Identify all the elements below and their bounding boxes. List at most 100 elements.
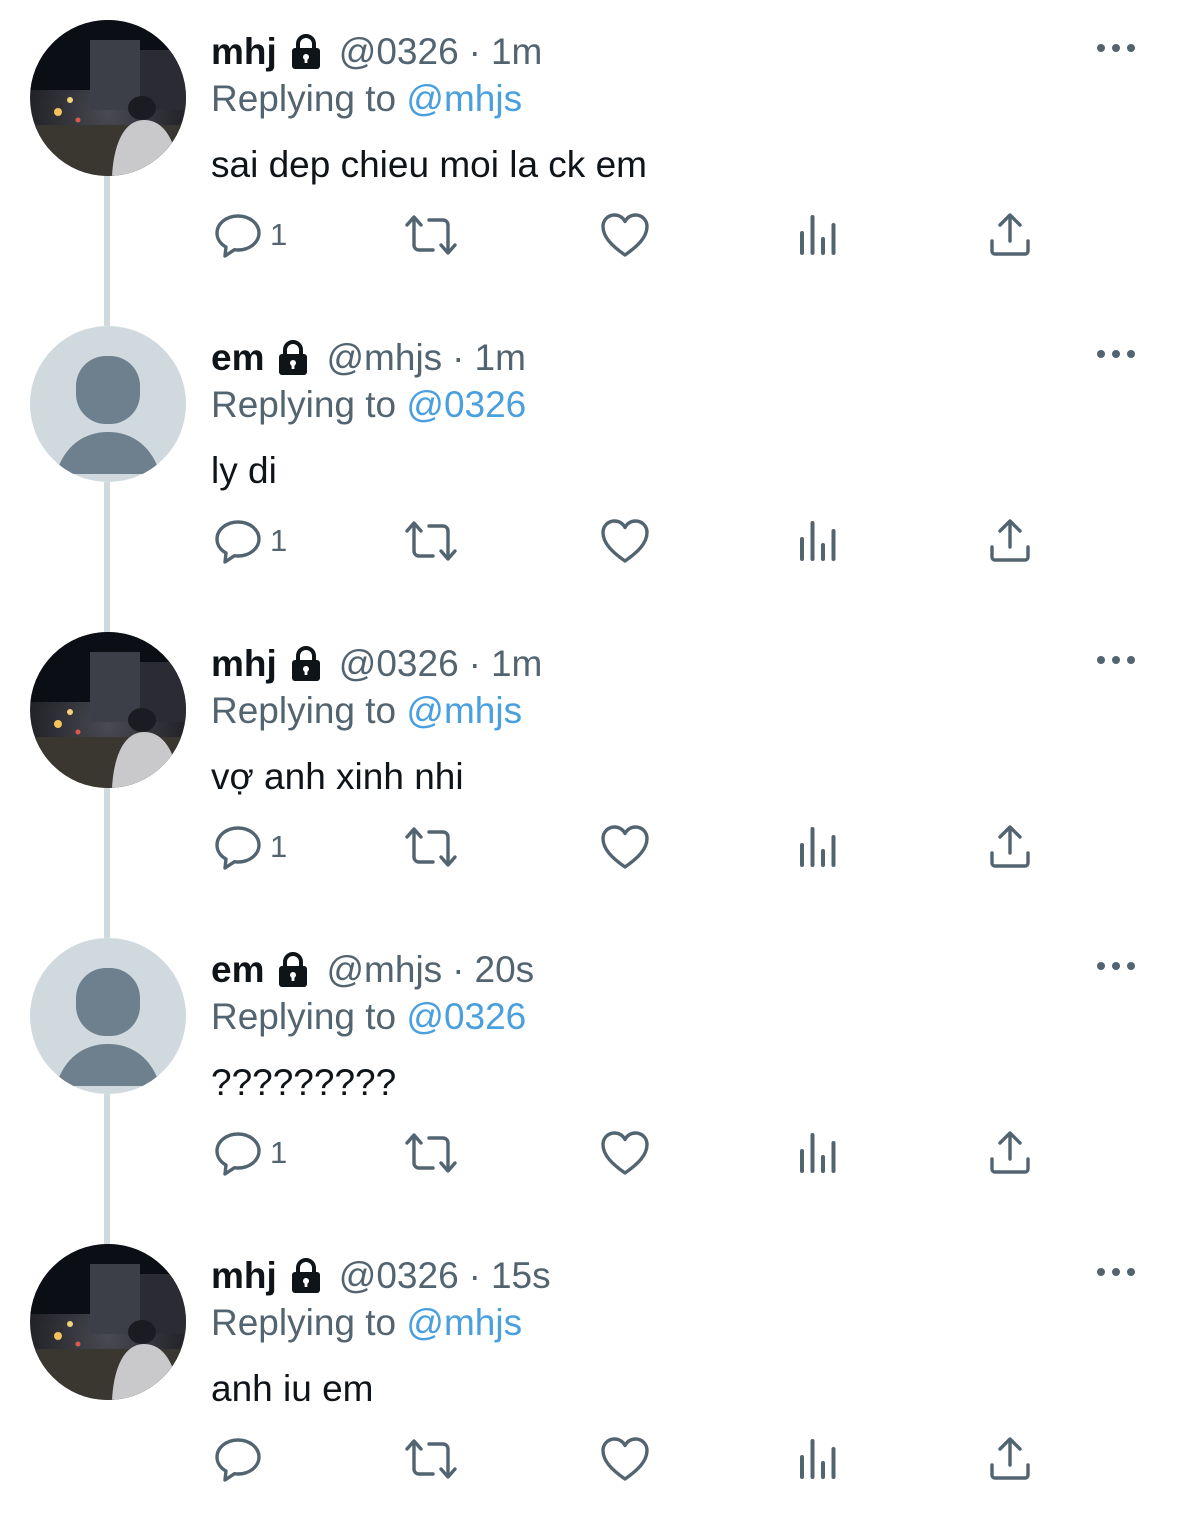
reply-button[interactable]: 1 [214, 1123, 287, 1183]
reply-icon [214, 517, 262, 565]
reply-button[interactable]: 1 [214, 817, 287, 877]
replying-to-label: Replying to [211, 690, 397, 731]
tweet-header: mhj @0326 · 1m [211, 640, 542, 688]
replying-to: Replying to @0326 [211, 996, 526, 1038]
separator: · [452, 949, 465, 990]
reply-button[interactable]: 1 [214, 205, 287, 265]
display-name[interactable]: em [211, 949, 264, 991]
replying-to-label: Replying to [211, 996, 397, 1037]
tweet[interactable]: mhj @0326 · 15s Replying to @mhjs anh iu… [0, 1224, 1179, 1530]
default-avatar[interactable] [30, 326, 186, 482]
tweet-text: anh iu em [211, 1368, 374, 1409]
views-button[interactable] [798, 511, 840, 571]
replying-to-handle[interactable]: @0326 [406, 384, 526, 425]
reply-button[interactable]: 1 [214, 511, 287, 571]
timestamp[interactable]: 1m [491, 31, 542, 73]
share-button[interactable] [988, 817, 1032, 877]
separator: · [468, 31, 481, 72]
reply-count: 1 [270, 217, 288, 252]
retweet-button[interactable] [403, 511, 459, 571]
more-icon[interactable] [1096, 1262, 1136, 1282]
share-button[interactable] [988, 1123, 1032, 1183]
share-icon [988, 1435, 1032, 1483]
handle[interactable]: @mhjs [326, 949, 442, 991]
timestamp[interactable]: 20s [475, 949, 535, 991]
share-icon [988, 211, 1032, 259]
share-button[interactable] [988, 205, 1032, 265]
reply-count: 1 [270, 523, 288, 558]
share-button[interactable] [988, 511, 1032, 571]
default-avatar[interactable] [30, 938, 186, 1094]
handle[interactable]: @mhjs [326, 337, 442, 379]
views-button[interactable] [798, 817, 840, 877]
views-icon [798, 211, 840, 259]
like-button[interactable] [600, 817, 650, 877]
lock-icon [274, 951, 312, 989]
handle[interactable]: @0326 [339, 643, 459, 685]
replying-to-handle[interactable]: @mhjs [406, 78, 522, 119]
views-icon [798, 1435, 840, 1483]
tweet-text: vợ anh xinh nhi [211, 756, 464, 797]
tweet-header: mhj @0326 · 1m [211, 28, 542, 76]
more-icon[interactable] [1096, 650, 1136, 670]
views-button[interactable] [798, 205, 840, 265]
display-name[interactable]: mhj [211, 31, 277, 73]
tweet-text: ly di [211, 450, 277, 491]
like-button[interactable] [600, 205, 650, 265]
replying-to: Replying to @mhjs [211, 690, 522, 732]
tweet[interactable]: mhj @0326 · 1m Replying to @mhjs vợ anh … [0, 612, 1179, 918]
like-button[interactable] [600, 511, 650, 571]
retweet-icon [403, 211, 459, 259]
replying-to-handle[interactable]: @mhjs [406, 690, 522, 731]
reply-icon [214, 1129, 262, 1177]
profile-photo-avatar[interactable] [30, 632, 186, 788]
more-icon[interactable] [1096, 38, 1136, 58]
retweet-icon [403, 1129, 459, 1177]
retweet-icon [403, 823, 459, 871]
replying-to-handle[interactable]: @mhjs [406, 1302, 522, 1343]
retweet-icon [403, 1435, 459, 1483]
tweet-actions [0, 1429, 1179, 1489]
retweet-button[interactable] [403, 817, 459, 877]
views-button[interactable] [798, 1123, 840, 1183]
separator: · [468, 1255, 481, 1296]
views-icon [798, 517, 840, 565]
replying-to: Replying to @mhjs [211, 78, 522, 120]
views-button[interactable] [798, 1429, 840, 1489]
like-icon [600, 1435, 650, 1483]
handle[interactable]: @0326 [339, 31, 459, 73]
display-name[interactable]: mhj [211, 643, 277, 685]
timestamp[interactable]: 15s [491, 1255, 551, 1297]
retweet-button[interactable] [403, 1123, 459, 1183]
replying-to-label: Replying to [211, 384, 397, 425]
like-button[interactable] [600, 1123, 650, 1183]
retweet-button[interactable] [403, 1429, 459, 1489]
tweet-header: em @mhjs · 1m [211, 334, 526, 382]
timestamp[interactable]: 1m [491, 643, 542, 685]
more-icon[interactable] [1096, 956, 1136, 976]
reply-icon [214, 1435, 262, 1483]
timestamp[interactable]: 1m [475, 337, 526, 379]
profile-photo-avatar[interactable] [30, 1244, 186, 1400]
like-icon [600, 823, 650, 871]
tweet[interactable]: em @mhjs · 1m Replying to @0326 ly di 1 [0, 306, 1179, 612]
tweet-header: mhj @0326 · 15s [211, 1252, 551, 1300]
handle[interactable]: @0326 [339, 1255, 459, 1297]
profile-photo-avatar[interactable] [30, 20, 186, 176]
display-name[interactable]: em [211, 337, 264, 379]
share-button[interactable] [988, 1429, 1032, 1489]
like-icon [600, 517, 650, 565]
retweet-icon [403, 517, 459, 565]
retweet-button[interactable] [403, 205, 459, 265]
tweet[interactable]: em @mhjs · 20s Replying to @0326 ???????… [0, 918, 1179, 1224]
lock-icon [287, 33, 325, 71]
reply-button[interactable] [214, 1429, 270, 1489]
replying-to-handle[interactable]: @0326 [406, 996, 526, 1037]
more-icon[interactable] [1096, 344, 1136, 364]
display-name[interactable]: mhj [211, 1255, 277, 1297]
share-icon [988, 823, 1032, 871]
tweet[interactable]: mhj @0326 · 1m Replying to @mhjs sai dep… [0, 0, 1179, 306]
separator: · [452, 337, 465, 378]
like-button[interactable] [600, 1429, 650, 1489]
reply-icon [214, 211, 262, 259]
